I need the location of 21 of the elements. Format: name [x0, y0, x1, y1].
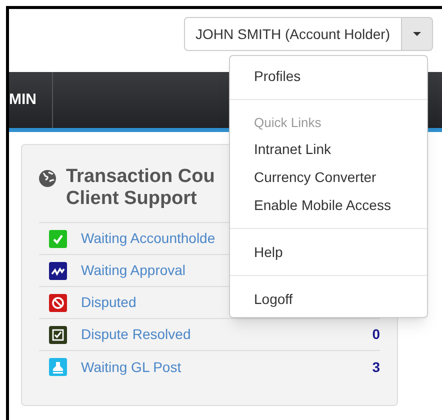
panel-title: Client Support — [66, 188, 198, 210]
menu-item[interactable]: Intranet Link — [230, 135, 427, 163]
checkbox-icon — [49, 326, 67, 344]
zigzag-icon — [49, 262, 67, 280]
menu-item[interactable]: Currency Converter — [230, 163, 427, 191]
user-button[interactable]: JOHN SMITH (Account Holder) — [184, 17, 402, 51]
status-count: 0 — [372, 325, 380, 344]
menu-item[interactable]: Help — [230, 238, 427, 266]
menu-item[interactable]: Logoff — [230, 285, 427, 313]
status-count: 3 — [372, 358, 380, 376]
panel-title: Transaction Cou — [66, 166, 215, 188]
menu-item[interactable]: Enable Mobile Access — [230, 191, 427, 219]
checkmark-icon — [49, 230, 67, 248]
nav-tab[interactable]: MIN — [9, 72, 53, 128]
globe-icon — [39, 170, 56, 187]
menu-item[interactable]: Profiles — [230, 62, 427, 90]
stamp-icon — [49, 358, 67, 376]
prohibited-icon — [49, 294, 67, 312]
menu-section-header: Quick Links — [253, 114, 322, 132]
caret-icon — [413, 32, 421, 36]
dropdown-toggle[interactable] — [402, 17, 433, 51]
